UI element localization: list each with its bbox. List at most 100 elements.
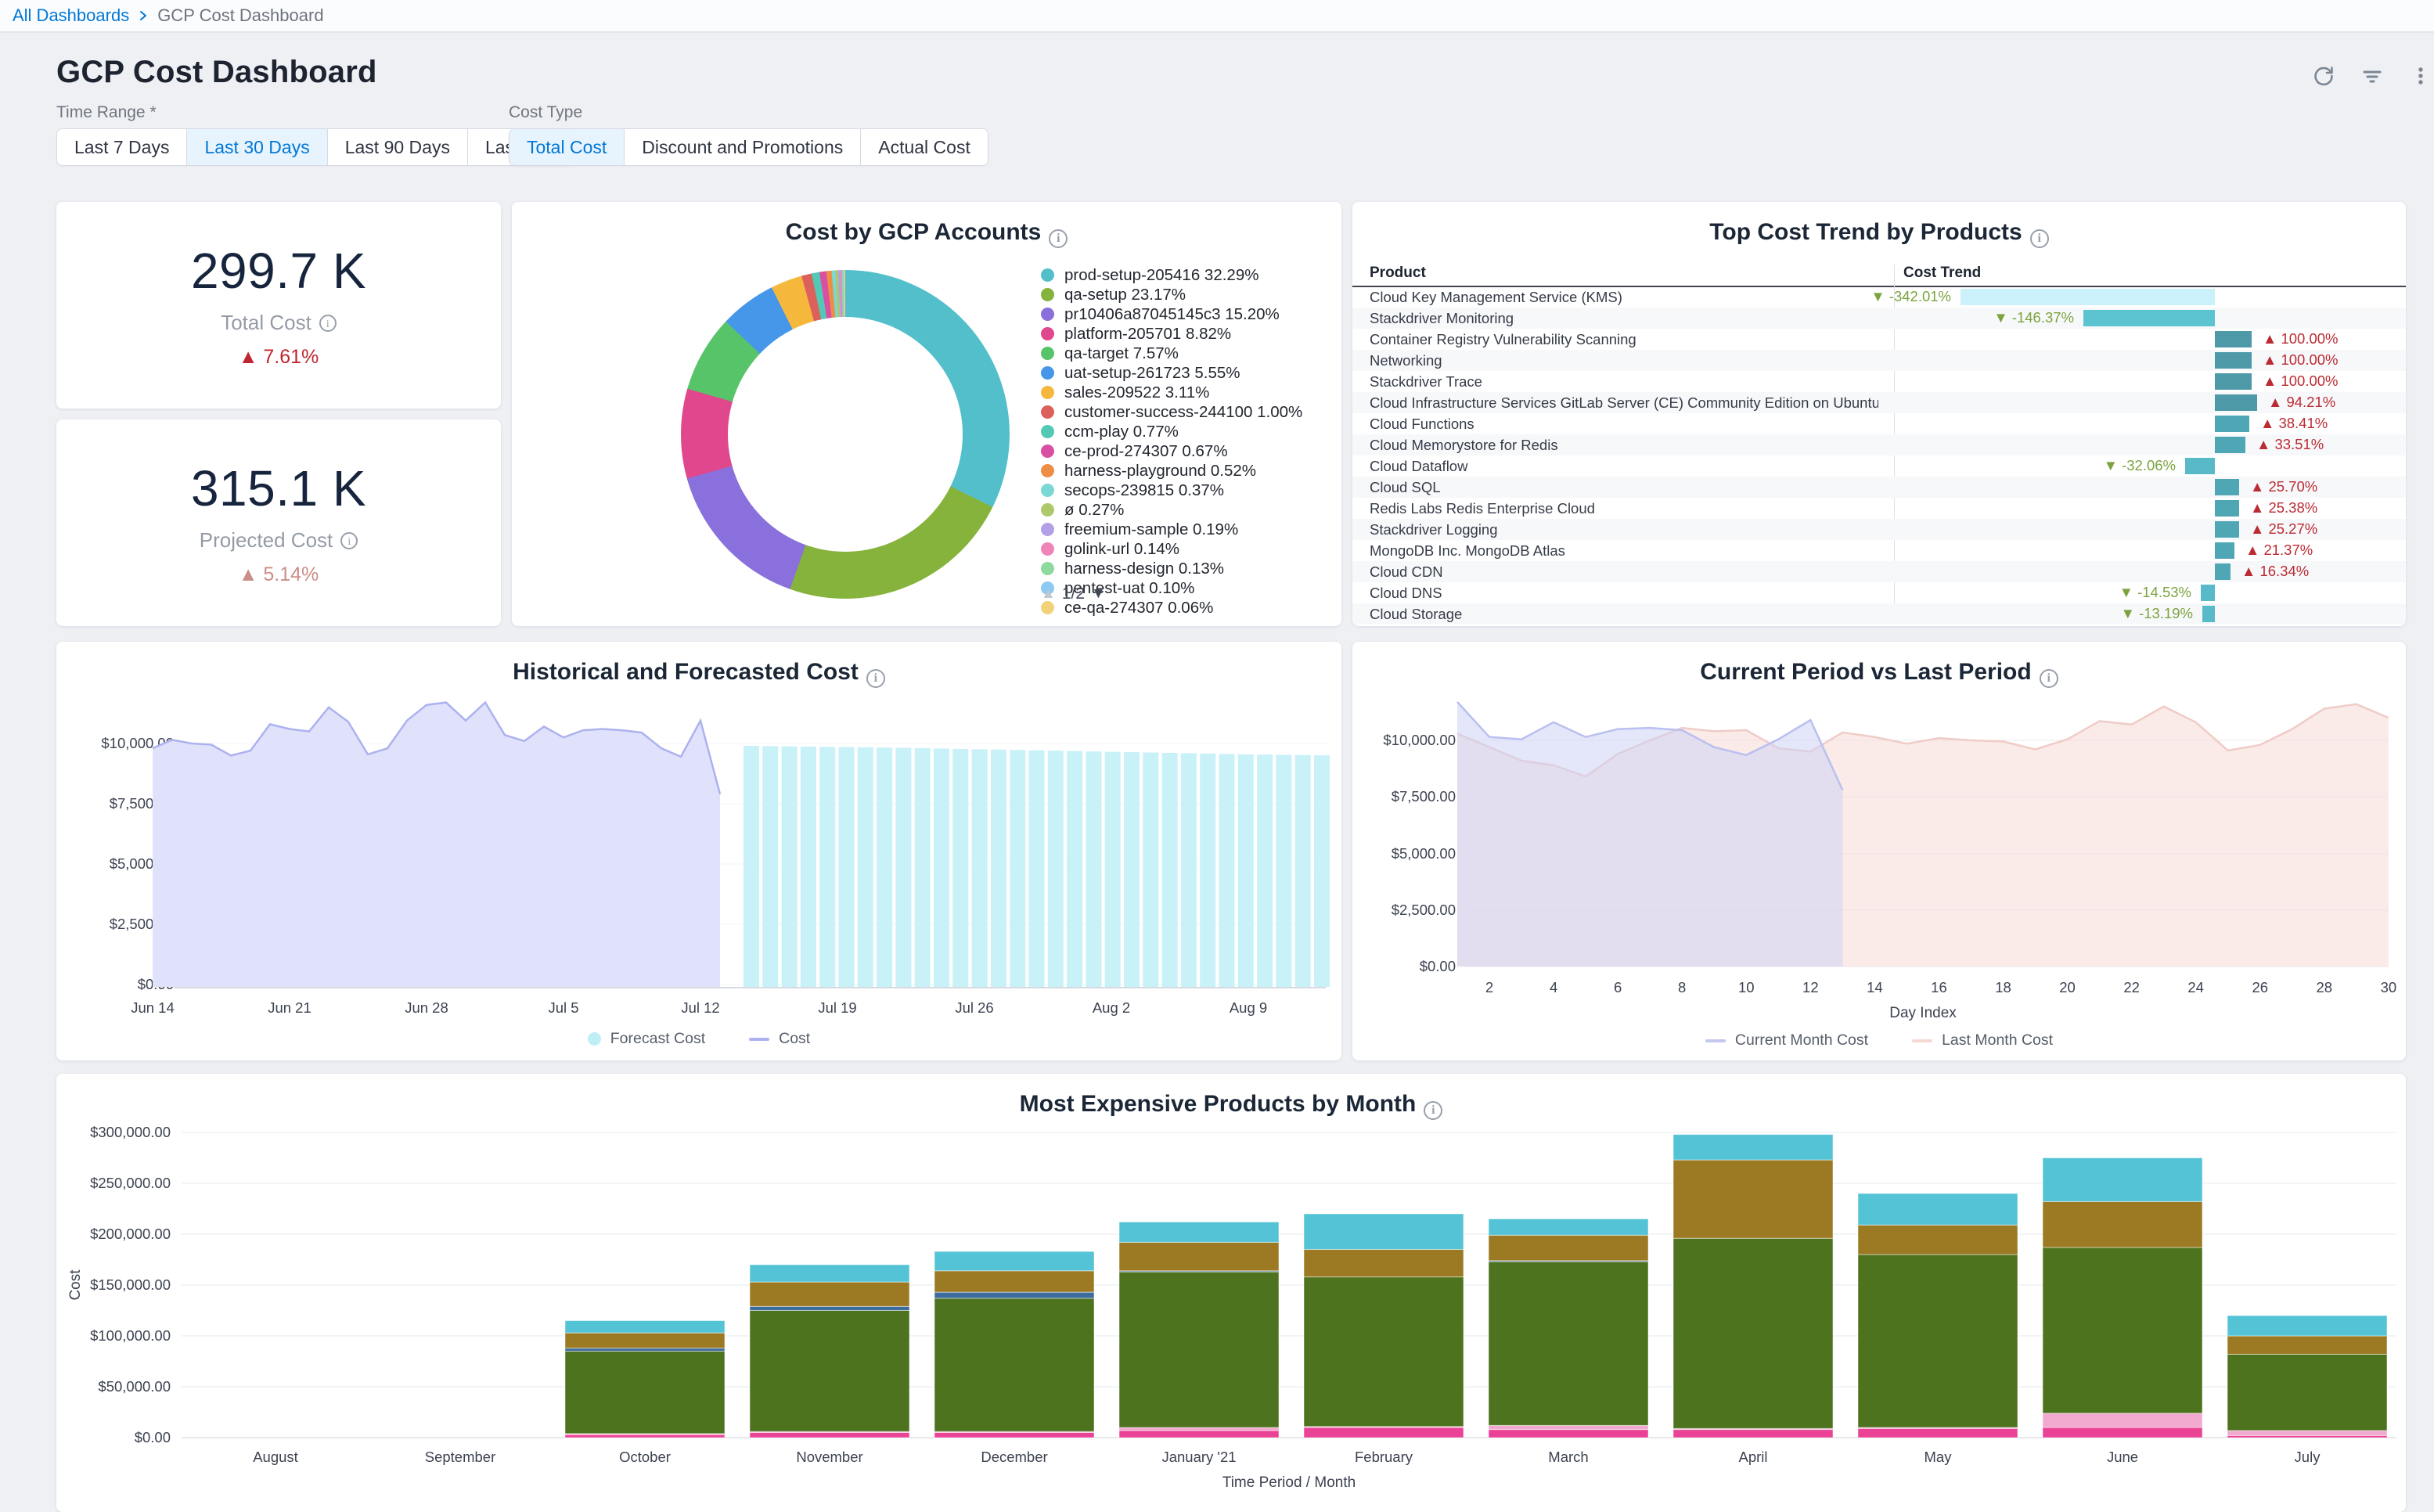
legend-dot-icon: [1041, 386, 1054, 399]
total-cost-value: 299.7 K: [191, 242, 366, 300]
product-cell: Cloud Key Management Service (KMS): [1370, 289, 1878, 306]
legend-item[interactable]: pr10406a87045145c3 15.20%: [1041, 305, 1323, 323]
cost-type-option-total-cost[interactable]: Total Cost: [509, 129, 624, 165]
svg-text:$2,500.00: $2,500.00: [1392, 902, 1456, 918]
time-range-option-last-7-days[interactable]: Last 7 Days: [57, 129, 186, 165]
kebab-menu-icon[interactable]: [2406, 61, 2434, 91]
legend-dot-icon: [1041, 347, 1054, 360]
legend-item[interactable]: ø 0.27%: [1041, 501, 1323, 519]
svg-text:Jun 28: Jun 28: [405, 999, 448, 1016]
product-cell: Stackdriver Trace: [1370, 373, 1878, 391]
trend-value: ▲ 25.38%: [2250, 499, 2317, 517]
legend-label: ccm-play 0.77%: [1064, 423, 1179, 441]
product-cell: Container Registry Vulnerability Scannin…: [1370, 331, 1878, 348]
table-row[interactable]: Cloud CDN▲ 16.34%: [1352, 561, 2406, 582]
legend-item[interactable]: harness-design 0.13%: [1041, 560, 1323, 578]
legend-item[interactable]: ccm-play 0.77%: [1041, 423, 1323, 441]
legend-item[interactable]: sales-209522 3.11%: [1041, 383, 1323, 401]
legend-cost[interactable]: Cost: [749, 1030, 810, 1048]
cost-type-option-actual-cost[interactable]: Actual Cost: [860, 129, 988, 165]
trend-value: ▲ 21.37%: [2245, 542, 2313, 559]
table-row[interactable]: Cloud Infrastructure Services GitLab Ser…: [1352, 392, 2406, 413]
refresh-icon[interactable]: [2309, 61, 2339, 91]
top-cost-trend-card: Top Cost Trend by Products Product Cost …: [1352, 202, 2406, 626]
table-row[interactable]: Networking▲ 100.00%: [1352, 350, 2406, 371]
svg-text:May: May: [1925, 1449, 1953, 1465]
product-cell: Cloud Infrastructure Services GitLab Ser…: [1370, 394, 1878, 412]
table-row[interactable]: Stackdriver Trace▲ 100.00%: [1352, 371, 2406, 392]
svg-text:Cost: Cost: [67, 1269, 84, 1301]
svg-text:22: 22: [2123, 979, 2140, 995]
info-icon[interactable]: [2030, 229, 2049, 248]
table-row[interactable]: Cloud Memorystore for Redis▲ 33.51%: [1352, 434, 2406, 455]
legend-item[interactable]: platform-205701 8.82%: [1041, 325, 1323, 343]
trend-value: ▲ 33.51%: [2256, 436, 2324, 453]
table-row[interactable]: Cloud Functions▲ 38.41%: [1352, 413, 2406, 434]
legend-item[interactable]: ce-prod-274307 0.67%: [1041, 442, 1323, 460]
svg-text:12: 12: [1802, 979, 1819, 995]
table-row[interactable]: Cloud SQL▲ 25.70%: [1352, 477, 2406, 498]
svg-text:6: 6: [1614, 979, 1622, 995]
legend-item[interactable]: golink-url 0.14%: [1041, 540, 1323, 558]
legend-forecast-cost[interactable]: Forecast Cost: [588, 1030, 705, 1048]
period-compare-chart[interactable]: $10,000.00$7,500.00$5,000.00$2,500.00$0.…: [1352, 642, 2406, 1027]
legend-dot-icon: [1041, 366, 1054, 380]
cost-swatch-icon: [749, 1038, 769, 1041]
svg-text:April: April: [1738, 1449, 1767, 1465]
table-row[interactable]: Cloud Storage▼ -13.19%: [1352, 603, 2406, 625]
table-row[interactable]: Cloud DNS▼ -14.53%: [1352, 582, 2406, 603]
info-icon[interactable]: [319, 315, 337, 332]
historical-forecast-chart[interactable]: $10,000.00$7,500.00$5,000.00$2,500.00$0.…: [56, 642, 1341, 1025]
svg-text:January '21: January '21: [1161, 1449, 1236, 1465]
legend-item[interactable]: secops-239815 0.37%: [1041, 481, 1323, 499]
legend-item[interactable]: harness-playground 0.52%: [1041, 462, 1323, 480]
legend-item[interactable]: qa-setup 23.17%: [1041, 286, 1323, 304]
time-range-option-last-90-days[interactable]: Last 90 Days: [327, 129, 467, 165]
period-compare-legend: Current Month Cost Last Month Cost: [1352, 1031, 2406, 1049]
legend-item[interactable]: customer-success-244100 1.00%: [1041, 403, 1323, 421]
cost-type-label: Cost Type: [509, 103, 582, 122]
table-row[interactable]: Cloud Dataflow▼ -32.06%: [1352, 455, 2406, 477]
legend-dot-icon: [1041, 425, 1054, 438]
gcp-accounts-donut-chart[interactable]: [681, 270, 1010, 599]
table-row[interactable]: Cloud Key Management Service (KMS)▼ -342…: [1352, 286, 2406, 308]
trend-bar: [2215, 437, 2245, 453]
legend-last-month[interactable]: Last Month Cost: [1912, 1031, 2053, 1049]
table-row[interactable]: Redis Labs Redis Enterprise Cloud▲ 25.38…: [1352, 498, 2406, 519]
svg-text:$0.00: $0.00: [135, 1429, 171, 1445]
svg-text:Jul 19: Jul 19: [818, 999, 856, 1016]
total-cost-card: 299.7 K Total Cost ▲ 7.61%: [56, 202, 501, 409]
time-range-group: Last 7 DaysLast 30 DaysLast 90 DaysLast …: [56, 128, 578, 166]
column-header-cost-trend[interactable]: Cost Trend: [1903, 265, 1981, 286]
filter-icon[interactable]: [2357, 61, 2387, 91]
legend-item[interactable]: qa-target 7.57%: [1041, 344, 1323, 362]
legend-item[interactable]: freemium-sample 0.19%: [1041, 520, 1323, 538]
legend-current-month[interactable]: Current Month Cost: [1705, 1031, 1868, 1049]
product-cell: Cloud Functions: [1370, 416, 1878, 433]
info-icon[interactable]: [340, 532, 358, 549]
product-cell: Stackdriver Monitoring: [1370, 310, 1878, 327]
table-row[interactable]: Stackdriver Logging▲ 25.27%: [1352, 519, 2406, 540]
trend-value: ▼ -342.01%: [1871, 288, 1951, 305]
product-cell: MongoDB Inc. MongoDB Atlas: [1370, 542, 1878, 560]
breadcrumb-link-all-dashboards[interactable]: All Dashboards: [13, 5, 129, 26]
svg-text:Jul 12: Jul 12: [681, 999, 719, 1016]
table-row[interactable]: Container Registry Vulnerability Scannin…: [1352, 329, 2406, 350]
cost-type-option-discount-and-promotions[interactable]: Discount and Promotions: [624, 129, 860, 165]
info-icon[interactable]: [1049, 229, 1068, 248]
svg-text:10: 10: [1738, 979, 1755, 995]
column-header-product[interactable]: Product: [1370, 265, 1426, 286]
table-row[interactable]: Stackdriver Monitoring▼ -146.37%: [1352, 308, 2406, 329]
donut-legend: prod-setup-205416 32.29%qa-setup 23.17%p…: [1041, 266, 1323, 617]
legend-item[interactable]: uat-setup-261723 5.55%: [1041, 364, 1323, 382]
product-cell: Cloud SQL: [1370, 479, 1878, 496]
legend-item[interactable]: prod-setup-205416 32.29%: [1041, 266, 1323, 284]
time-range-option-last-30-days[interactable]: Last 30 Days: [186, 129, 326, 165]
page-up-icon[interactable]: ▲: [1041, 585, 1056, 603]
monthly-products-chart[interactable]: $300,000.00$250,000.00$200,000.00$150,00…: [56, 1074, 2406, 1512]
svg-text:$200,000.00: $200,000.00: [90, 1226, 171, 1242]
trend-bar: [2215, 331, 2252, 347]
table-row[interactable]: MongoDB Inc. MongoDB Atlas ▲ 21.37%: [1352, 540, 2406, 561]
page-down-icon[interactable]: ▼: [1091, 585, 1106, 603]
trend-bar: [2202, 606, 2215, 622]
